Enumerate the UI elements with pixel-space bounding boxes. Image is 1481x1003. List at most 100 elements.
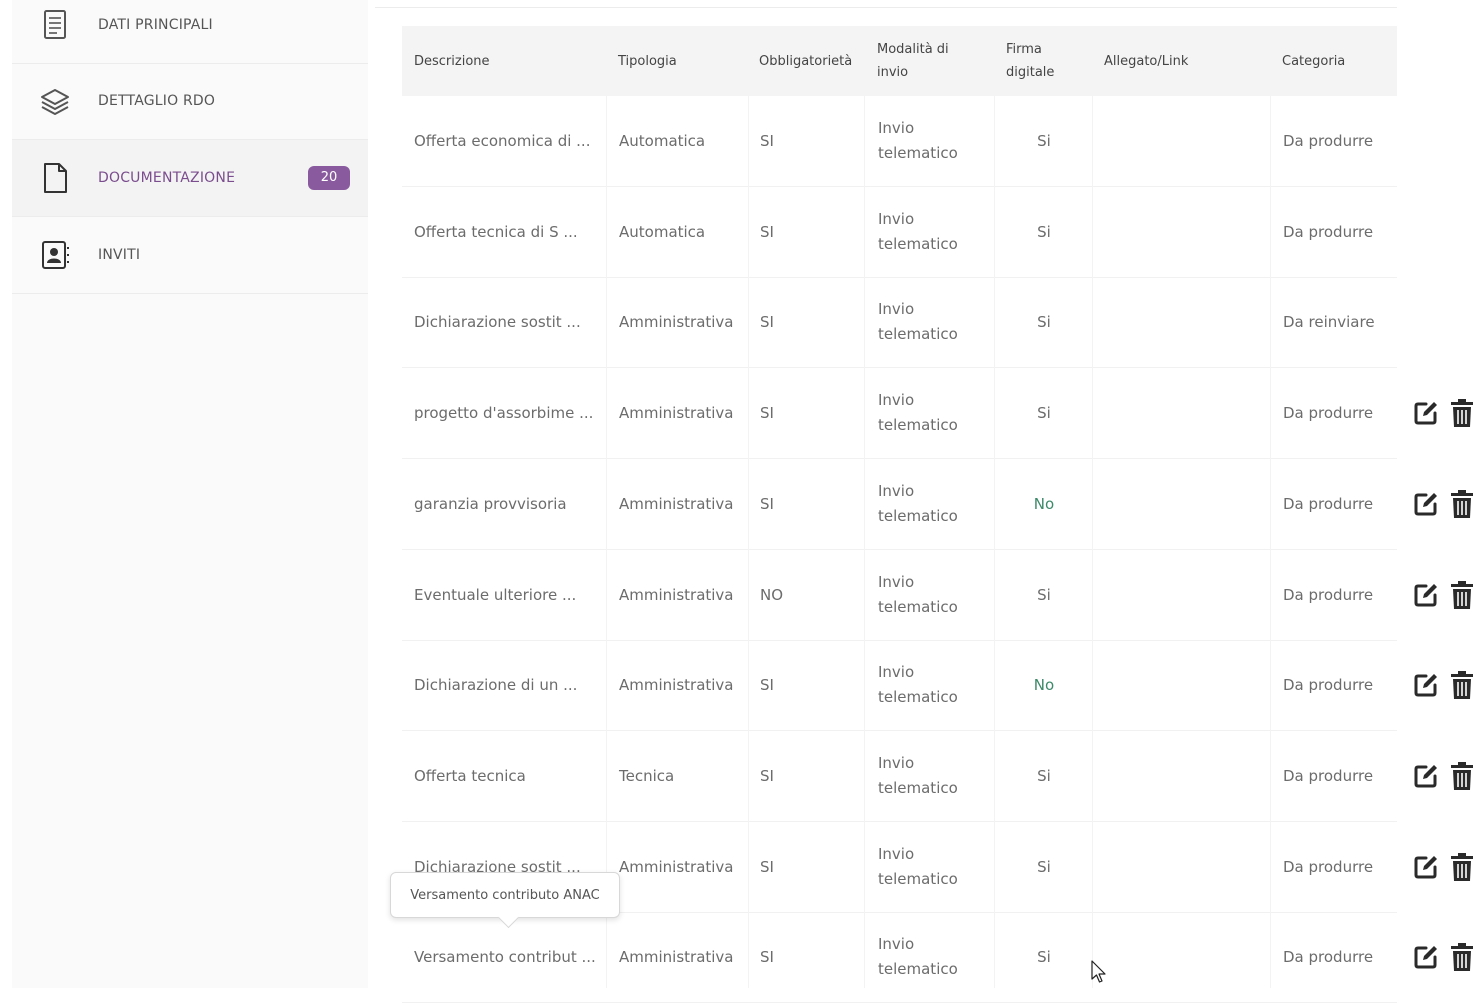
tooltip: Versamento contributo ANAC	[390, 872, 620, 918]
cell-descrizione: garanzia provvisoria	[414, 494, 567, 513]
trash-icon[interactable]	[1450, 670, 1474, 700]
column-divider	[1270, 96, 1271, 988]
cell-firma-digitale: No	[1033, 494, 1055, 513]
row-actions-group	[1412, 484, 1474, 524]
cell-obbligatorieta: SI	[760, 313, 774, 332]
cell-categoria: Da reinviare	[1283, 313, 1375, 332]
cell-tipologia: Amministrativa	[619, 585, 734, 604]
cell-descrizione: Offerta tecnica di S ...	[414, 222, 578, 241]
cell-obbligatorieta: SI	[760, 857, 774, 876]
cell-modalita-invio: Invio telematico	[878, 935, 958, 979]
table-row[interactable]: Dichiarazione sostit ... Amministrativa SI…	[402, 277, 1397, 369]
header-allegato-link[interactable]: Allegato/Link	[1104, 26, 1188, 96]
row-actions-group	[1412, 575, 1474, 615]
trash-icon[interactable]	[1450, 852, 1474, 882]
sidebar-item-label: DETTAGLIO RDO	[98, 93, 216, 109]
table-row[interactable]: Offerta tecnica Tecnica SI Invio telematico…	[402, 731, 1397, 822]
sidebar-item-label: DOCUMENTAZIONE	[98, 170, 236, 186]
cell-descrizione: Dichiarazione sostit ...	[414, 313, 581, 332]
cell-categoria: Da produrre	[1283, 222, 1374, 241]
header-categoria[interactable]: Categoria	[1282, 26, 1345, 96]
count-badge: 20	[308, 166, 350, 190]
cell-categoria: Da produrre	[1283, 948, 1374, 967]
edit-icon[interactable]	[1412, 762, 1440, 790]
table-row[interactable]: Offerta tecnica di S ... Automatica SI Invi…	[402, 187, 1397, 278]
header-descrizione[interactable]: Descrizione	[414, 26, 490, 96]
cell-firma-digitale: Si	[1037, 313, 1051, 332]
table-row[interactable]: Offerta economica di ... Automatica SI Invi…	[402, 96, 1397, 187]
cell-modalita-invio: Invio telematico	[878, 391, 958, 435]
cell-modalita-invio: Invio telematico	[878, 844, 958, 888]
cell-tipologia: Amministrativa	[619, 404, 734, 423]
trash-icon[interactable]	[1450, 580, 1474, 610]
cell-firma-digitale: Si	[1037, 222, 1051, 241]
edit-icon[interactable]	[1412, 490, 1440, 518]
trash-icon[interactable]	[1450, 942, 1474, 972]
divider	[375, 7, 1397, 8]
cell-tipologia: Tecnica	[619, 766, 675, 785]
sidebar-item-dettaglio-rdo[interactable]: DETTAGLIO RDO	[12, 63, 368, 140]
cell-obbligatorieta: SI	[760, 404, 774, 423]
table-row[interactable]: Versamento contribut ... Amministrativa SI…	[402, 912, 1397, 1003]
sidebar-item-documentazione[interactable]: DOCUMENTAZIONE 20	[12, 140, 368, 217]
edit-icon[interactable]	[1412, 671, 1440, 699]
edit-icon[interactable]	[1412, 399, 1440, 427]
cell-obbligatorieta: SI	[760, 766, 774, 785]
trash-icon[interactable]	[1450, 489, 1474, 519]
cell-categoria: Da produrre	[1283, 766, 1374, 785]
edit-icon[interactable]	[1412, 943, 1440, 971]
cell-tipologia: Amministrativa	[619, 948, 734, 967]
table-header: Descrizione Tipologia Obbligatorietà Mod…	[402, 26, 1397, 96]
cell-firma-digitale: Si	[1037, 585, 1051, 604]
sidebar-item-inviti[interactable]: INVITI	[12, 217, 368, 294]
row-actions-group	[1412, 665, 1474, 705]
table-row[interactable]: Dichiarazione di un ... Amministrativa SI I…	[402, 640, 1397, 732]
cell-modalita-invio: Invio telematico	[878, 119, 958, 162]
cell-firma-digitale: Si	[1037, 948, 1051, 967]
sidebar-item-label: DATI PRINCIPALI	[98, 17, 213, 33]
cell-modalita-invio: Invio telematico	[878, 209, 958, 253]
cell-obbligatorieta: SI	[760, 494, 774, 513]
cell-obbligatorieta: SI	[760, 132, 774, 150]
cell-tipologia: Amministrativa	[619, 494, 734, 513]
column-divider	[994, 96, 995, 988]
table-row[interactable]: Eventuale ulteriore ... Amministrativa NO I…	[402, 550, 1397, 641]
cell-descrizione: progetto d'assorbime ...	[414, 404, 594, 423]
table-row[interactable]: garanzia provvisoria Amministrativa SI Invi…	[402, 459, 1397, 550]
contact-card-icon	[38, 238, 72, 272]
trash-icon[interactable]	[1450, 761, 1474, 791]
cell-categoria: Da produrre	[1283, 857, 1374, 876]
cell-firma-digitale: Si	[1037, 132, 1051, 150]
header-obbligatorieta[interactable]: Obbligatorietà	[759, 26, 852, 96]
cell-tipologia: Automatica	[619, 222, 706, 241]
cell-modalita-invio: Invio telematico	[878, 481, 958, 525]
table-row[interactable]: progetto d'assorbime ... Amministrativa SI…	[402, 368, 1397, 460]
trash-icon[interactable]	[1450, 398, 1474, 428]
cell-categoria: Da produrre	[1283, 494, 1374, 513]
column-divider	[864, 96, 865, 988]
sidebar-item-dati-principali[interactable]: DATI PRINCIPALI	[12, 0, 368, 64]
edit-icon[interactable]	[1412, 581, 1440, 609]
cell-obbligatorieta: NO	[760, 585, 784, 604]
header-tipologia[interactable]: Tipologia	[618, 26, 677, 96]
cell-tipologia: Amministrativa	[619, 676, 734, 695]
column-divider	[748, 96, 749, 988]
cell-firma-digitale: No	[1033, 676, 1055, 695]
cell-categoria: Da produrre	[1283, 585, 1374, 604]
cell-modalita-invio: Invio telematico	[878, 753, 958, 797]
cell-modalita-invio: Invio telematico	[878, 572, 958, 616]
cell-categoria: Da produrre	[1283, 676, 1374, 695]
sidebar: DATI PRINCIPALI DETTAGLIO RDO DOCUMENTAZ…	[12, 0, 368, 988]
cell-modalita-invio: Invio telematico	[878, 663, 958, 707]
cell-obbligatorieta: SI	[760, 948, 774, 967]
cell-descrizione: Offerta economica di ...	[414, 132, 591, 150]
sidebar-item-label: INVITI	[98, 247, 141, 263]
edit-icon[interactable]	[1412, 853, 1440, 881]
mouse-pointer-icon	[1091, 960, 1107, 988]
header-modalita-invio[interactable]: Modalità di invio	[877, 26, 967, 96]
list-document-icon	[38, 8, 72, 42]
cell-firma-digitale: Si	[1037, 766, 1051, 785]
cell-categoria: Da produrre	[1283, 132, 1374, 150]
row-actions-group	[1412, 847, 1474, 887]
header-firma-digitale[interactable]: Firma digitale	[1006, 26, 1066, 96]
